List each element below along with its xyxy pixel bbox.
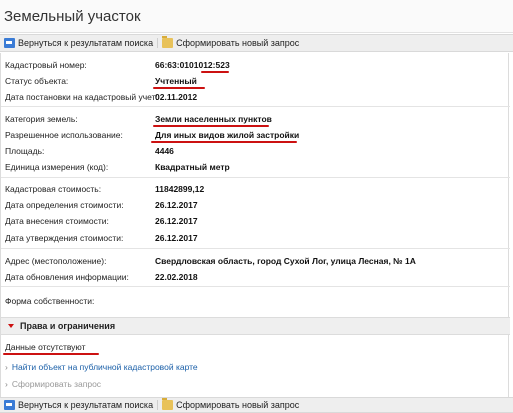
back-icon xyxy=(4,400,15,410)
chevron-right-icon: › xyxy=(5,379,8,389)
rights-empty-text: Данные отсутствуют xyxy=(5,342,86,352)
field-value-registration-date: 02.11.2012 xyxy=(155,92,198,102)
back-to-results-button[interactable]: Вернуться к результатам поиска xyxy=(0,38,157,48)
red-underline-permitted-use xyxy=(151,141,297,143)
public-cadastral-map-link-label: Найти объект на публичной кадастровой ка… xyxy=(11,362,198,372)
field-label-address: Адрес (местоположение): xyxy=(5,256,107,266)
red-underline-cadastral-number xyxy=(201,71,229,73)
field-label-value-entry-date: Дата внесения стоимости: xyxy=(5,216,109,226)
field-value-cadastral-value: 11842899,12 xyxy=(155,184,205,194)
field-value-cadastral-number: 66:63:0101012:523 xyxy=(155,60,230,70)
top-toolbar: Вернуться к результатам поиска Сформиров… xyxy=(0,34,513,52)
divider xyxy=(1,248,510,249)
public-cadastral-map-link[interactable]: › Найти объект на публичной кадастровой к… xyxy=(5,362,198,372)
field-label-registration-date: Дата постановки на кадастровый учет: xyxy=(5,92,158,102)
field-value-value-entry-date: 26.12.2017 xyxy=(155,216,198,226)
form-query-link[interactable]: › Сформировать запрос xyxy=(5,379,101,389)
field-value-value-approval-date: 26.12.2017 xyxy=(155,233,198,243)
page-title: Земельный участок xyxy=(0,0,513,33)
new-query-button[interactable]: Сформировать новый запрос xyxy=(157,398,303,410)
object-details-panel: Кадастровый номер: 66:63:0101012:523 Ста… xyxy=(0,53,510,397)
collapse-triangle-icon xyxy=(8,324,14,328)
field-label-land-category: Категория земель: xyxy=(5,114,78,124)
divider xyxy=(1,286,510,287)
divider xyxy=(1,177,510,178)
field-value-area: 4446 xyxy=(155,146,174,156)
rights-section-header[interactable]: Права и ограничения xyxy=(1,317,510,335)
chevron-right-icon: › xyxy=(5,362,8,372)
back-icon xyxy=(4,38,15,48)
field-label-cadastral-value: Кадастровая стоимость: xyxy=(5,184,102,194)
red-underline-rights-empty xyxy=(3,353,99,355)
field-label-area: Площадь: xyxy=(5,146,45,156)
folder-icon xyxy=(162,398,174,410)
new-query-label: Сформировать новый запрос xyxy=(176,400,300,410)
new-query-button[interactable]: Сформировать новый запрос xyxy=(157,36,303,48)
field-value-address: Свердловская область, город Сухой Лог, у… xyxy=(155,256,416,266)
back-to-results-button[interactable]: Вернуться к результатам поиска xyxy=(0,400,157,410)
red-underline-status xyxy=(153,87,205,89)
field-label-value-approval-date: Дата утверждения стоимости: xyxy=(5,233,124,243)
field-value-value-determination-date: 26.12.2017 xyxy=(155,200,198,210)
field-label-status: Статус объекта: xyxy=(5,76,69,86)
divider xyxy=(1,106,510,107)
field-value-status: Учтенный xyxy=(155,76,197,86)
back-to-results-label: Вернуться к результатам поиска xyxy=(18,38,154,48)
form-query-link-label: Сформировать запрос xyxy=(11,379,102,389)
bottom-toolbar: Вернуться к результатам поиска Сформиров… xyxy=(0,397,513,413)
field-label-unit: Единица измерения (код): xyxy=(5,162,109,172)
field-value-update-date: 22.02.2018 xyxy=(155,272,198,282)
back-to-results-label: Вернуться к результатам поиска xyxy=(18,400,154,410)
field-label-cadastral-number: Кадастровый номер: xyxy=(5,60,87,70)
field-label-permitted-use: Разрешенное использование: xyxy=(5,130,123,140)
field-value-unit: Квадратный метр xyxy=(155,162,230,172)
red-underline-land-category xyxy=(153,125,269,127)
new-query-label: Сформировать новый запрос xyxy=(176,38,300,48)
field-value-permitted-use: Для иных видов жилой застройки xyxy=(155,130,300,140)
field-label-value-determination-date: Дата определения стоимости: xyxy=(5,200,124,210)
field-value-land-category: Земли населенных пунктов xyxy=(155,114,272,124)
rights-section-title: Права и ограничения xyxy=(20,321,116,331)
field-label-ownership-form: Форма собственности: xyxy=(5,296,95,306)
folder-icon xyxy=(162,36,174,48)
field-label-update-date: Дата обновления информации: xyxy=(5,272,129,282)
